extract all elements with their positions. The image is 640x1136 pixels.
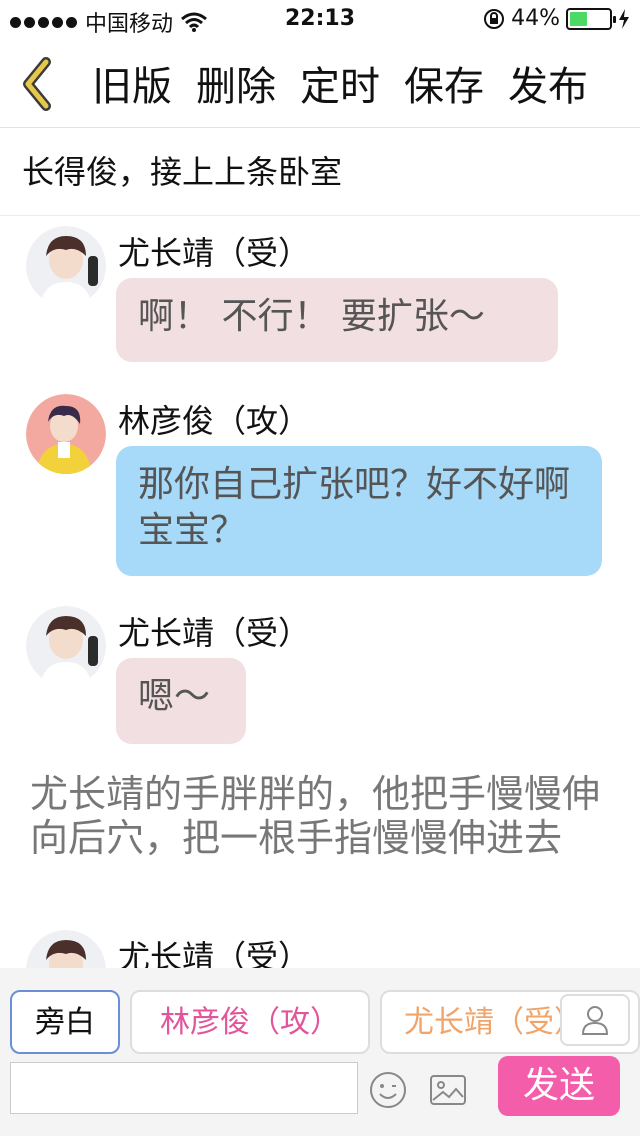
message-bubble[interactable]: 嗯～ xyxy=(116,658,246,744)
schedule-button[interactable]: 定时 xyxy=(300,54,380,112)
avatar[interactable] xyxy=(26,226,106,306)
charging-icon xyxy=(619,8,629,29)
battery-icon xyxy=(566,7,616,30)
back-chevron-icon[interactable] xyxy=(18,56,58,112)
publish-button[interactable]: 发布 xyxy=(508,54,588,112)
avatar[interactable] xyxy=(26,606,106,686)
story-title[interactable]: 长得俊，接上上条卧室 xyxy=(0,128,640,216)
emoji-icon[interactable] xyxy=(368,1070,408,1110)
battery-percent: 44% xyxy=(511,6,560,31)
message-bubble[interactable]: 啊！ 不行！ 要扩张～ xyxy=(116,278,558,362)
toolbar-actions: 旧版 删除 定时 保存 发布 xyxy=(92,54,588,112)
speaker-name: 林彦俊（攻） xyxy=(118,402,311,440)
status-right: 44% xyxy=(483,6,630,31)
narration-text[interactable]: 尤长靖的手胖胖的，他把手慢慢伸向后穴，把一根手指慢慢伸进去 xyxy=(30,772,620,860)
role-narrator-button[interactable]: 旁白 xyxy=(10,990,120,1054)
delete-button[interactable]: 删除 xyxy=(196,54,276,112)
add-role-button[interactable] xyxy=(560,994,630,1046)
role-gong-button[interactable]: 林彦俊（攻） xyxy=(130,990,370,1054)
speaker-name: 尤长靖（受） xyxy=(118,614,311,652)
speaker-name: 尤长靖（受） xyxy=(118,234,311,272)
message-input[interactable] xyxy=(10,1062,358,1114)
save-button[interactable]: 保存 xyxy=(404,54,484,112)
status-bar: 中国移动 22:13 44% xyxy=(0,0,640,40)
message-bubble[interactable]: 那你自己扩张吧？好不好啊宝宝？ xyxy=(116,446,602,576)
avatar[interactable] xyxy=(26,394,106,474)
avatar[interactable] xyxy=(26,930,106,968)
image-icon[interactable] xyxy=(428,1070,468,1110)
speaker-name: 尤长靖（受） xyxy=(118,938,311,968)
old-version-button[interactable]: 旧版 xyxy=(92,54,172,112)
user-icon xyxy=(581,1006,609,1035)
battery-fill xyxy=(570,11,587,26)
send-button[interactable]: 发送 xyxy=(498,1056,620,1116)
rotation-lock-icon xyxy=(484,8,505,29)
editor-toolbar: 旧版 删除 定时 保存 发布 xyxy=(0,40,640,128)
composer-panel: 旁白 林彦俊（攻） 尤长靖（受） 发送 xyxy=(0,968,640,1136)
chat-area[interactable]: 尤长靖（受） 啊！ 不行！ 要扩张～ 林彦俊（攻） 那你自己扩张吧？好不好啊宝宝… xyxy=(0,216,640,968)
